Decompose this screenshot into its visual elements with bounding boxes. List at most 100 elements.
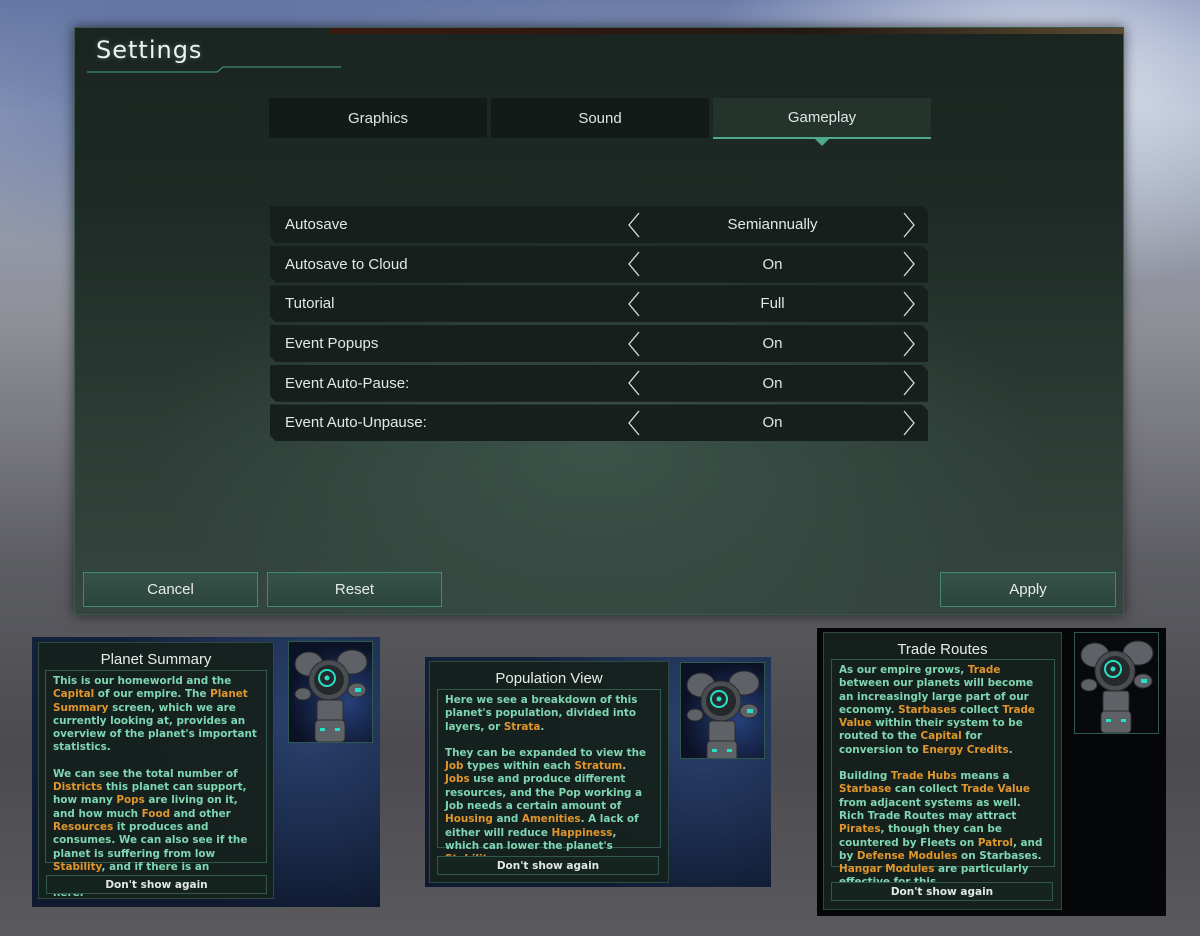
highlighted-term: Jobs: [445, 773, 470, 786]
highlighted-term: Starbases: [898, 703, 957, 716]
tutorial-text-segment: .: [1008, 743, 1013, 756]
settings-title: Settings: [96, 36, 203, 64]
apply-button[interactable]: Apply: [940, 572, 1116, 607]
tutorial-paragraph: As our empire grows, Trade between our p…: [839, 664, 1047, 757]
chevron-left-icon[interactable]: [624, 369, 644, 397]
dont-show-again-button[interactable]: Don't show again: [46, 875, 267, 894]
gameplay-settings-list: Autosave Semiannually Autosave to Cloud On T…: [270, 206, 928, 444]
tutorial-text-segment: from adjacent systems as well. Rich Trad…: [839, 796, 1021, 822]
highlighted-term: Hangar Modules: [839, 863, 935, 876]
reset-button[interactable]: Reset: [267, 572, 442, 607]
setting-row: Event Auto-Unpause: On: [270, 404, 928, 441]
highlighted-term: Defense Modules: [856, 849, 958, 862]
highlighted-term: Capital: [920, 730, 962, 743]
highlighted-term: Pirates: [839, 823, 881, 836]
active-tab-caret-icon: [815, 139, 829, 146]
setting-label: Event Auto-Unpause:: [285, 414, 427, 432]
advisor-robot-icon: [294, 649, 368, 742]
setting-label: Event Popups: [285, 335, 379, 353]
tutorial-text-segment: use and produce different resources, and…: [445, 773, 643, 813]
tutorial-text-segment: and: [492, 813, 522, 826]
chevron-left-icon[interactable]: [624, 409, 644, 437]
highlighted-term: Patrol: [977, 836, 1013, 849]
chevron-left-icon[interactable]: [624, 211, 644, 239]
tutorial-text-segment: .: [622, 760, 627, 773]
settings-window: Settings Graphics Sound Gameplay Autosav…: [74, 27, 1124, 615]
tutorial-text-segment: of our empire. The: [94, 688, 211, 701]
setting-value: On: [762, 255, 783, 273]
tab-gameplay[interactable]: Gameplay: [713, 98, 931, 146]
chevron-left-icon[interactable]: [624, 250, 644, 278]
setting-value: On: [762, 335, 783, 353]
highlighted-term: Trade Hubs: [890, 770, 957, 783]
chevron-right-icon[interactable]: [899, 409, 919, 437]
highlighted-term: Strata: [503, 720, 541, 733]
tab-sound[interactable]: Sound: [491, 98, 709, 138]
setting-label: Autosave to Cloud: [285, 255, 408, 273]
tutorial-panel-population-view: Population View Here we see a breakdown …: [425, 657, 771, 887]
highlighted-term: Trade Value: [961, 783, 1030, 796]
tutorial-text-segment: and other: [170, 807, 231, 820]
highlighted-term: Food: [141, 807, 171, 820]
advisor-portrait: [1074, 632, 1159, 734]
tutorial-text-segment: Building: [839, 770, 891, 783]
tutorial-text: Here we see a breakdown of this planet's…: [437, 689, 661, 865]
title-underline: [87, 66, 341, 73]
setting-row: Event Popups On: [270, 325, 928, 362]
settings-tabs: Graphics Sound Gameplay: [269, 98, 931, 146]
chevron-left-icon[interactable]: [624, 290, 644, 318]
tutorial-text-segment: This is our homeworld and the: [53, 675, 232, 687]
setting-row: Tutorial Full: [270, 285, 928, 322]
tutorial-paragraph: This is our homeworld and the Capital of…: [53, 675, 259, 755]
tutorial-panel-planet-summary: Planet Summary This is our homeworld and…: [32, 637, 380, 907]
cancel-button[interactable]: Cancel: [83, 572, 258, 607]
highlighted-term: Trade: [967, 664, 1001, 676]
tutorial-inner: Trade Routes As our empire grows, Trade …: [823, 632, 1062, 910]
tab-graphics[interactable]: Graphics: [269, 98, 487, 138]
tutorial-text-segment: on Starbases.: [957, 849, 1042, 862]
tutorial-title: Trade Routes: [897, 641, 988, 658]
setting-row: Autosave Semiannually: [270, 206, 928, 243]
highlighted-term: Districts: [53, 781, 103, 794]
setting-label: Tutorial: [285, 295, 335, 313]
advisor-robot-icon: [1080, 640, 1154, 733]
tutorial-text-segment: As our empire grows,: [839, 664, 968, 676]
tab-label: Graphics: [347, 109, 409, 127]
tutorial-text-segment: We can see the total number of: [53, 767, 238, 780]
highlighted-term: Happiness: [551, 826, 613, 839]
dont-show-again-button[interactable]: Don't show again: [437, 856, 659, 875]
tab-label: Gameplay: [787, 109, 857, 126]
chevron-right-icon[interactable]: [899, 211, 919, 239]
setting-value: On: [762, 414, 783, 432]
tutorial-inner: Population View Here we see a breakdown …: [429, 661, 669, 883]
window-top-strip: [330, 28, 1123, 34]
setting-row: Event Auto-Pause: On: [270, 365, 928, 402]
setting-label: Autosave: [285, 216, 348, 233]
chevron-right-icon[interactable]: [899, 250, 919, 278]
dont-show-again-button[interactable]: Don't show again: [831, 882, 1053, 901]
highlighted-term: Energy Credits: [922, 743, 1009, 756]
highlighted-term: Housing: [445, 813, 493, 826]
tutorial-title: Population View: [495, 670, 603, 687]
tutorial-text-segment: They can be expanded to view the: [445, 746, 647, 759]
tutorial-text-segment: means a: [956, 770, 1010, 783]
tutorial-text: This is our homeworld and the Capital of…: [45, 670, 267, 899]
chevron-right-icon[interactable]: [899, 369, 919, 397]
chevron-left-icon[interactable]: [624, 330, 644, 358]
tutorial-title: Planet Summary: [100, 651, 212, 668]
highlighted-term: Capital: [53, 688, 95, 701]
tutorial-text-segment: types within each: [463, 760, 575, 773]
setting-value: Full: [760, 295, 785, 313]
highlighted-term: Stability: [53, 860, 102, 873]
setting-label: Event Auto-Pause:: [285, 374, 410, 392]
tutorial-paragraph: They can be expanded to view the Job typ…: [445, 747, 653, 867]
chevron-right-icon[interactable]: [899, 290, 919, 318]
tutorial-text: As our empire grows, Trade between our p…: [831, 659, 1055, 888]
tab-label: Sound: [578, 109, 622, 127]
tutorial-text-segment: collect: [956, 703, 1003, 716]
setting-value: On: [762, 374, 783, 392]
highlighted-term: Amenities: [521, 813, 581, 826]
tutorial-panel-trade-routes: Trade Routes As our empire grows, Trade …: [817, 628, 1166, 916]
tutorial-paragraph: Here we see a breakdown of this planet's…: [445, 694, 653, 734]
chevron-right-icon[interactable]: [899, 330, 919, 358]
